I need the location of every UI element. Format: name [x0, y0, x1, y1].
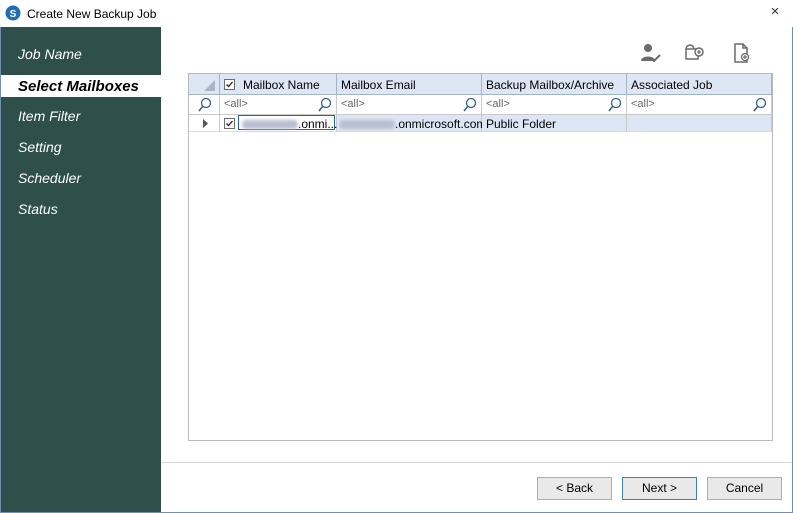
- sidebar-item-label: Job Name: [18, 46, 82, 62]
- sidebar-item-label: Select Mailboxes: [18, 78, 139, 95]
- mailbox-email-text: .onmicrosoft.com: [395, 117, 487, 131]
- cell-associated-job[interactable]: [627, 115, 772, 132]
- grid-corner-header: [189, 74, 220, 95]
- user-check-icon[interactable]: [638, 41, 662, 65]
- filter-placeholder: <all>: [631, 98, 655, 110]
- close-button[interactable]: ×: [765, 3, 785, 21]
- filter-row-indicator: [189, 95, 220, 115]
- search-icon: [198, 97, 212, 112]
- filter-backup-type[interactable]: <all>: [482, 95, 627, 115]
- redacted-text: [339, 120, 395, 130]
- column-header-label: Mailbox Email: [341, 78, 416, 92]
- column-header-backup-type[interactable]: Backup Mailbox/Archive: [482, 74, 627, 95]
- filter-mailbox-email[interactable]: <all>: [337, 95, 482, 115]
- svg-text:S: S: [10, 9, 17, 20]
- filter-mailbox-name[interactable]: <all>: [220, 95, 337, 115]
- mailbox-add-icon[interactable]: [683, 41, 707, 65]
- filter-placeholder: <all>: [224, 98, 248, 110]
- redacted-text: [242, 120, 298, 130]
- document-add-icon[interactable]: [729, 41, 753, 65]
- search-icon[interactable]: [752, 97, 768, 113]
- filter-placeholder: <all>: [486, 98, 510, 110]
- sidebar-item-job-name[interactable]: Job Name: [1, 43, 161, 65]
- search-icon[interactable]: [317, 97, 333, 113]
- sidebar-item-label: Item Filter: [18, 108, 81, 124]
- cell-mailbox-email[interactable]: .onmicrosoft.com: [337, 115, 486, 132]
- sidebar-item-select-mailboxes[interactable]: Select Mailboxes: [1, 75, 161, 97]
- cell-mailbox-name[interactable]: .onmi...: [220, 115, 337, 132]
- mailbox-grid: Mailbox Name Mailbox Email Backup Mailbo…: [188, 73, 773, 441]
- next-button[interactable]: Next >: [622, 477, 697, 500]
- column-header-mailbox-email[interactable]: Mailbox Email: [337, 74, 482, 95]
- footer-divider: [161, 462, 792, 463]
- sort-corner-icon: [204, 80, 215, 91]
- sidebar-item-label: Status: [18, 201, 58, 217]
- cancel-button[interactable]: Cancel: [707, 477, 782, 500]
- cell-focus-box: .onmi...: [238, 115, 338, 131]
- sidebar-item-scheduler[interactable]: Scheduler: [1, 167, 161, 189]
- cell-backup-type[interactable]: Public Folder: [482, 115, 627, 132]
- title-bar: S Create New Backup Job ×: [0, 0, 793, 27]
- column-header-label: Associated Job: [631, 78, 713, 92]
- filter-associated-job[interactable]: <all>: [627, 95, 772, 115]
- column-header-associated-job[interactable]: Associated Job: [627, 74, 772, 95]
- search-icon[interactable]: [462, 97, 478, 113]
- sidebar-item-item-filter[interactable]: Item Filter: [1, 105, 161, 127]
- back-button[interactable]: < Back: [537, 477, 612, 500]
- sidebar-item-label: Setting: [18, 139, 62, 155]
- sidebar-item-label: Scheduler: [18, 170, 82, 186]
- mailbox-name-text: .onmi...: [298, 117, 338, 131]
- row-indicator[interactable]: [189, 115, 220, 132]
- column-header-label: Backup Mailbox/Archive: [486, 78, 615, 92]
- search-icon[interactable]: [607, 97, 623, 113]
- row-pointer-icon: [203, 119, 208, 128]
- select-all-checkbox[interactable]: [224, 79, 235, 90]
- sidebar-item-status[interactable]: Status: [1, 198, 161, 220]
- wizard-sidebar: Job Name Select Mailboxes Item Filter Se…: [1, 27, 161, 512]
- app-logo-icon: S: [5, 5, 21, 21]
- window-title: Create New Backup Job: [27, 7, 157, 21]
- column-header-label: Mailbox Name: [243, 78, 320, 92]
- row-checkbox[interactable]: [224, 118, 235, 129]
- column-header-mailbox-name[interactable]: Mailbox Name: [220, 74, 337, 95]
- filter-placeholder: <all>: [341, 98, 365, 110]
- backup-type-text: Public Folder: [486, 117, 557, 131]
- sidebar-item-setting[interactable]: Setting: [1, 136, 161, 158]
